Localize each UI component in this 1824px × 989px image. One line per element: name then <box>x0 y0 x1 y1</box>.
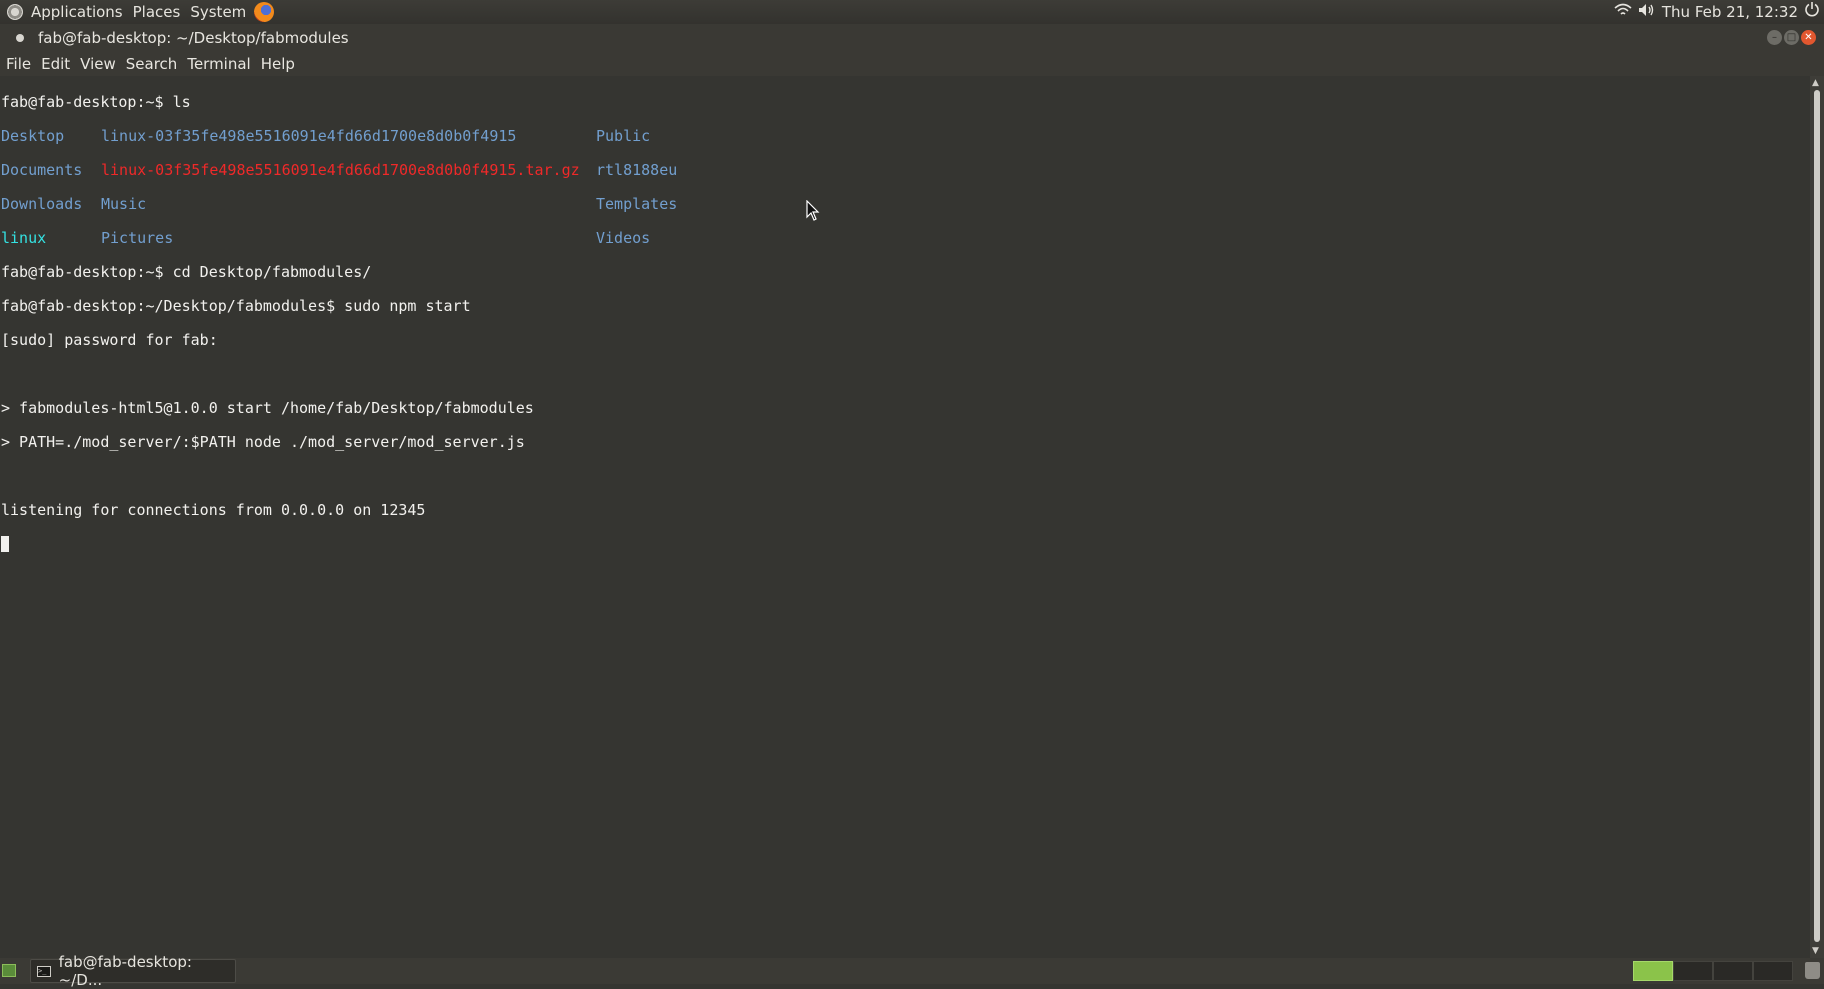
scrollbar-thumb[interactable] <box>1814 90 1820 942</box>
ls-entry: Downloads <box>1 195 83 213</box>
terminal-line: [sudo] password for fab: <box>1 331 218 349</box>
menu-applications[interactable]: Applications <box>26 0 128 24</box>
ls-entry: linux <box>1 229 47 247</box>
workspace-1[interactable] <box>1633 961 1673 981</box>
ls-entry: Public <box>596 127 651 145</box>
menu-help[interactable]: Help <box>256 52 300 76</box>
workspace-switcher <box>1633 961 1793 981</box>
ls-entry: Videos <box>596 229 651 247</box>
menu-view[interactable]: View <box>75 52 121 76</box>
scroll-down-icon[interactable]: ▼ <box>1812 946 1819 956</box>
terminal-menu-bar: File Edit View Search Terminal Help <box>0 51 1824 76</box>
ls-entry: linux-03f35fe498e5516091e4fd66d1700e8d0b… <box>101 127 517 145</box>
menu-places[interactable]: Places <box>128 0 186 24</box>
ls-entry: Desktop <box>1 127 65 145</box>
panel-indicators: Thu Feb 21, 12:32 <box>1614 0 1824 24</box>
terminal-line: > fabmodules-html5@1.0.0 start /home/fab… <box>1 399 534 417</box>
taskbar-item-terminal[interactable]: >_ fab@fab-desktop: ~/D... <box>30 953 236 989</box>
top-panel: Applications Places System Thu Feb 21, 1… <box>0 0 1824 24</box>
terminal-line: fab@fab-desktop:~$ ls <box>1 93 191 111</box>
terminal-output[interactable]: fab@fab-desktop:~$ ls Desktop linux-03f35… <box>0 76 1810 958</box>
window-title-bar[interactable]: fab@fab-desktop: ~/Desktop/fabmodules – … <box>0 24 1824 51</box>
menu-search[interactable]: Search <box>121 52 183 76</box>
workspace-4[interactable] <box>1753 961 1793 981</box>
terminal-line: fab@fab-desktop:~/Desktop/fabmodules$ su… <box>1 297 471 315</box>
menu-terminal[interactable]: Terminal <box>182 52 255 76</box>
terminal-cursor-line <box>1 536 1810 553</box>
ls-entry: Music <box>101 195 147 213</box>
ls-row: Desktop linux-03f35fe498e5516091e4fd66d17… <box>1 128 1810 145</box>
terminal-line: > PATH=./mod_server/:$PATH node ./mod_se… <box>1 433 525 451</box>
window-title: fab@fab-desktop: ~/Desktop/fabmodules <box>38 28 349 47</box>
text-cursor <box>1 536 9 552</box>
minimize-button[interactable]: – <box>1767 30 1782 45</box>
show-desktop-icon[interactable] <box>2 964 16 977</box>
mouse-pointer-icon <box>806 200 820 221</box>
menu-file[interactable]: File <box>1 52 36 76</box>
ls-entry: rtl8188eu <box>596 161 678 179</box>
scroll-up-icon[interactable]: ▲ <box>1812 78 1819 88</box>
ls-row: Documents linux-03f35fe498e5516091e4fd66d… <box>1 162 1810 179</box>
ls-entry: Documents <box>1 161 83 179</box>
firefox-icon[interactable] <box>254 2 275 22</box>
terminal-icon: >_ <box>37 965 51 977</box>
window-menu-icon[interactable] <box>16 33 24 42</box>
power-icon[interactable] <box>1804 0 1820 24</box>
ls-row: linux Pictures Videos <box>1 230 1810 247</box>
distro-logo-icon[interactable] <box>7 4 23 20</box>
close-button[interactable]: ✕ <box>1801 30 1816 45</box>
wifi-icon[interactable] <box>1614 0 1632 24</box>
terminal-line: listening for connections from 0.0.0.0 o… <box>1 501 426 519</box>
ls-entry: Templates <box>596 195 678 213</box>
volume-icon[interactable] <box>1638 0 1656 24</box>
ls-entry: Pictures <box>101 229 174 247</box>
menu-system[interactable]: System <box>185 0 251 24</box>
window-controls: – □ ✕ <box>1767 30 1816 45</box>
trash-icon[interactable] <box>1805 962 1820 979</box>
menu-edit[interactable]: Edit <box>36 52 75 76</box>
ls-row: Downloads Music Templates <box>1 196 1810 213</box>
workspace-2[interactable] <box>1673 961 1713 981</box>
bottom-panel: >_ fab@fab-desktop: ~/D... <box>0 953 1824 989</box>
terminal-scrollbar[interactable]: ▲ ▼ <box>1810 76 1824 958</box>
workspace-3[interactable] <box>1713 961 1753 981</box>
maximize-button[interactable]: □ <box>1784 30 1799 45</box>
ls-entry: linux-03f35fe498e5516091e4fd66d1700e8d0b… <box>101 161 580 179</box>
terminal-line: fab@fab-desktop:~$ cd Desktop/fabmodules… <box>1 263 372 281</box>
clock[interactable]: Thu Feb 21, 12:32 <box>1662 3 1798 21</box>
